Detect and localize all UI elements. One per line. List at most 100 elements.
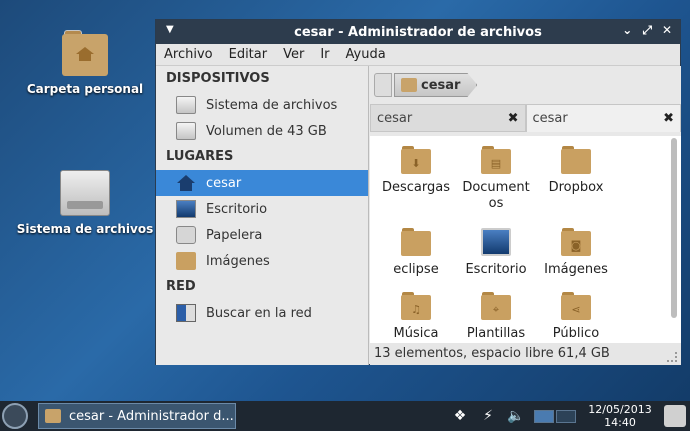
sidebar-item-label: Escritorio [206,201,268,217]
menu-ayuda[interactable]: Ayuda [338,47,394,62]
menu-archivo[interactable]: Archivo [156,47,221,62]
drive-icon [176,96,196,114]
sidebar-item-label: Imágenes [206,253,270,269]
workspace-1[interactable] [534,409,554,423]
menu-ir[interactable]: Ir [312,47,337,62]
desktop-icon-home[interactable]: Carpeta personal [15,30,155,96]
sidebar-item-escritorio[interactable]: Escritorio [156,196,368,222]
file-item-plantillas[interactable]: ⌖ Plantillas [454,292,538,342]
clock[interactable]: 12/05/2013 14:40 [584,403,656,429]
public-folder-icon: ⋖ [561,292,591,320]
tab-cesar-1[interactable]: cesar ✖ [370,104,526,132]
file-manager-window: ▼ cesar - Administrador de archivos ⌄ ⤢ … [155,19,681,365]
desktop-icon [481,228,511,256]
file-item-dropbox[interactable]: Dropbox [534,146,618,196]
path-back-arrow[interactable] [374,73,392,97]
file-item-documentos[interactable]: ▤ Document os [454,146,538,212]
menu-editar[interactable]: Editar [221,47,276,62]
minimize-icon[interactable]: ⌄ [622,23,632,38]
file-item-imagenes[interactable]: ◙ Imágenes [534,228,618,278]
file-label: Descargas [381,180,450,195]
file-label: Imágenes [544,262,608,277]
vertical-scrollbar[interactable] [671,138,677,318]
status-bar: 13 elementos, espacio libre 61,4 GB [370,343,681,365]
menu-ver[interactable]: Ver [275,47,312,62]
home-folder-icon [62,30,108,76]
sidebar-section-devices: DISPOSITIVOS [166,71,270,86]
folder-icon [401,228,431,256]
tab-label: cesar [377,110,413,126]
home-folder-icon [45,409,61,423]
desktop-icon-filesystem[interactable]: Sistema de archivos [15,170,155,236]
file-item-musica[interactable]: ♫ Música [374,292,458,342]
clock-time: 14:40 [604,416,636,429]
file-label: Plantillas [466,326,526,341]
sidebar-item-label: cesar [206,175,242,191]
sidebar-section-places: LUGARES [166,149,234,164]
sidebar-item-cesar[interactable]: cesar [156,170,368,196]
sidebar-item-imagenes[interactable]: Imágenes [156,248,368,274]
menubar: Archivo Editar Ver Ir Ayuda [156,44,680,66]
sidebar-item-label: Buscar en la red [206,305,312,321]
pictures-folder-icon [176,252,196,270]
desktop-icon-label: Sistema de archivos [16,222,154,236]
file-item-publico[interactable]: ⋖ Público [534,292,618,342]
sidebar-item-label: Volumen de 43 GB [206,123,327,139]
network-icon[interactable]: ⚡ [478,407,498,425]
workspace-2[interactable] [556,409,576,423]
clock-date: 12/05/2013 [588,403,652,416]
sidebar-item-label: Sistema de archivos [206,97,338,113]
music-folder-icon: ♫ [401,292,431,320]
close-icon[interactable]: ✖ [508,111,519,126]
home-icon [177,175,195,191]
file-label: Document os [462,180,530,211]
window-titlebar[interactable]: ▼ cesar - Administrador de archivos ⌄ ⤢ … [156,20,680,44]
close-icon[interactable]: ✖ [663,111,674,126]
file-label: Escritorio [465,262,527,277]
tab-bar: cesar ✖ cesar ✖ [370,104,681,132]
drive-icon [60,170,110,216]
home-folder-icon [401,78,417,92]
templates-folder-icon: ⌖ [481,292,511,320]
file-label: eclipse [393,262,439,277]
file-label: Música [393,326,439,341]
window-title: cesar - Administrador de archivos [294,24,542,40]
status-text: 13 elementos, espacio libre 61,4 GB [374,346,610,361]
network-icon [176,304,196,322]
file-grid: ⬇ Descargas ▤ Document os Dropbox eclipse… [370,136,681,343]
start-menu-icon[interactable] [2,403,28,429]
tab-label: cesar [532,111,568,126]
sidebar-item-volume[interactable]: Volumen de 43 GB [156,118,368,144]
sidebar-section-network: RED [166,279,196,294]
workspace-pager[interactable] [534,409,576,423]
documents-folder-icon: ▤ [481,146,511,174]
system-tray: ❖ ⚡ 🔈 12/05/2013 14:40 [450,401,690,431]
taskbar-item-file-manager[interactable]: cesar - Administrador d... [38,403,236,429]
sidebar-item-filesystem[interactable]: Sistema de archivos [156,92,368,118]
taskbar: cesar - Administrador d... ❖ ⚡ 🔈 12/05/2… [0,401,690,431]
file-item-escritorio[interactable]: Escritorio [454,228,538,278]
pictures-folder-icon: ◙ [561,228,591,256]
taskbar-item-label: cesar - Administrador d... [69,408,234,424]
maximize-icon[interactable]: ⤢ [642,23,652,38]
main-pane: cesar cesar ✖ cesar ✖ ⬇ Descargas ▤ Docu… [370,66,681,365]
dropbox-icon[interactable]: ❖ [450,407,470,425]
file-item-descargas[interactable]: ⬇ Descargas [374,146,458,196]
drive-icon [176,122,196,140]
window-menu-icon[interactable]: ▼ [166,24,174,35]
desktop-icon-label: Carpeta personal [26,82,144,96]
resize-grip-icon[interactable] [667,352,677,362]
desktop-icon [176,200,196,218]
sidebar-item-network[interactable]: Buscar en la red [156,300,368,326]
sidebar-item-papelera[interactable]: Papelera [156,222,368,248]
path-button-cesar[interactable]: cesar [394,73,478,97]
file-label: Público [552,326,600,341]
folder-icon [561,146,591,174]
sidebar-item-label: Papelera [206,227,263,243]
trash-icon[interactable] [664,405,686,427]
volume-icon[interactable]: 🔈 [506,407,526,425]
trash-icon [176,226,196,244]
file-item-eclipse[interactable]: eclipse [374,228,458,278]
tab-cesar-2[interactable]: cesar ✖ [525,104,681,132]
close-icon[interactable]: ✕ [662,23,672,38]
